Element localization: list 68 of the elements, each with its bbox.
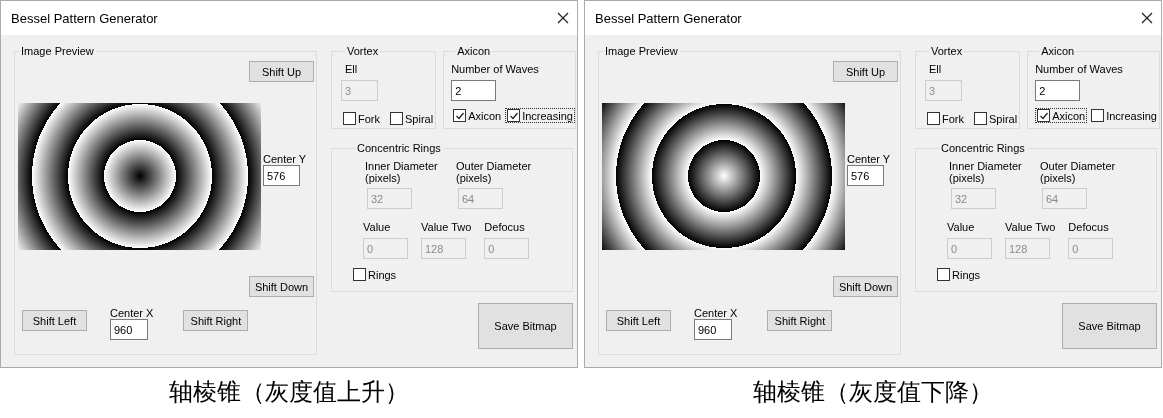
checkbox[interactable]: Fork (341, 111, 382, 126)
field-label: Center X (694, 307, 738, 319)
save-bitmap-button[interactable]: Save Bitmap (1062, 303, 1157, 349)
close-icon[interactable] (557, 12, 569, 24)
shift-up-button[interactable]: Shift Up (833, 61, 898, 82)
shift-down-button[interactable]: Shift Down (833, 276, 898, 297)
shift-right-button[interactable]: Shift Right (183, 310, 249, 331)
checkbox[interactable]: Axicon (451, 108, 504, 123)
center-y-field[interactable]: 576 (847, 165, 884, 186)
window-title: Bessel Pattern Generator (11, 10, 158, 26)
field-label: Number of Waves (451, 63, 540, 75)
checkbox-square[interactable] (974, 112, 987, 125)
checkbox-square[interactable] (507, 109, 521, 122)
field-label: Center Y (263, 153, 307, 165)
group-title: Axicon (456, 45, 492, 57)
checkbox[interactable]: Spiral (388, 111, 436, 126)
center-x-field[interactable]: 960 (110, 319, 148, 340)
checkbox-square[interactable] (927, 112, 940, 125)
checkbox-square[interactable] (1037, 109, 1051, 122)
window-title: Bessel Pattern Generator (595, 10, 742, 26)
group-title: Image Preview (604, 45, 679, 57)
field-label: Number of Waves (1035, 63, 1124, 75)
field-label: Value Two (1005, 221, 1056, 233)
close-icon[interactable] (1141, 12, 1153, 24)
checkbox[interactable]: Increasing (1089, 108, 1159, 123)
field-label: Ell (345, 63, 359, 75)
checkbox-square[interactable] (453, 109, 467, 122)
checkbox-square[interactable] (390, 112, 403, 125)
waves-field[interactable]: 2 (1035, 80, 1081, 101)
field-label: Ell (929, 63, 943, 75)
waves-field[interactable]: 2 (451, 80, 497, 101)
group-title: Axicon (1040, 45, 1076, 57)
center-y-field[interactable]: 576 (263, 165, 300, 186)
checkbox-square[interactable] (937, 268, 950, 281)
field-label: Value (363, 221, 392, 233)
field-label: Center X (110, 307, 154, 319)
caption: 轴棱锥（灰度值下降） (752, 378, 994, 407)
field-label: Inner Diameter (pixels) (365, 160, 439, 184)
field-label: Center Y (847, 153, 891, 165)
checkbox[interactable]: Axicon (1035, 108, 1088, 123)
caption: 轴棱锥（灰度值上升） (168, 378, 410, 407)
checkbox[interactable]: Rings (351, 267, 399, 282)
field-label: Outer Diameter (pixels) (1040, 160, 1117, 184)
checkbox[interactable]: Increasing (505, 108, 575, 123)
shift-down-button[interactable]: Shift Down (249, 276, 314, 297)
checkbox[interactable]: Spiral (972, 111, 1020, 126)
field-label: Value (947, 221, 976, 233)
group-title: Image Preview (20, 45, 95, 57)
group-title: Vortex (930, 45, 964, 57)
checkbox[interactable]: Rings (935, 267, 983, 282)
group-title: Concentric Rings (356, 142, 442, 154)
field-label: Defocus (484, 221, 526, 233)
checkbox-square[interactable] (353, 268, 366, 281)
shift-right-button[interactable]: Shift Right (767, 310, 833, 331)
field-label: Value Two (421, 221, 472, 233)
checkbox-square[interactable] (343, 112, 356, 125)
shift-left-button[interactable]: Shift Left (606, 310, 671, 331)
field-label: Inner Diameter (pixels) (949, 160, 1023, 184)
group-title: Concentric Rings (940, 142, 1026, 154)
center-x-field[interactable]: 960 (694, 319, 732, 340)
field-label: Defocus (1068, 221, 1110, 233)
checkbox[interactable]: Fork (925, 111, 966, 126)
group-title: Vortex (346, 45, 380, 57)
checkbox-square[interactable] (1091, 109, 1105, 122)
shift-up-button[interactable]: Shift Up (249, 61, 314, 82)
field-label: Outer Diameter (pixels) (456, 160, 533, 184)
save-bitmap-button[interactable]: Save Bitmap (478, 303, 573, 349)
shift-left-button[interactable]: Shift Left (22, 310, 87, 331)
